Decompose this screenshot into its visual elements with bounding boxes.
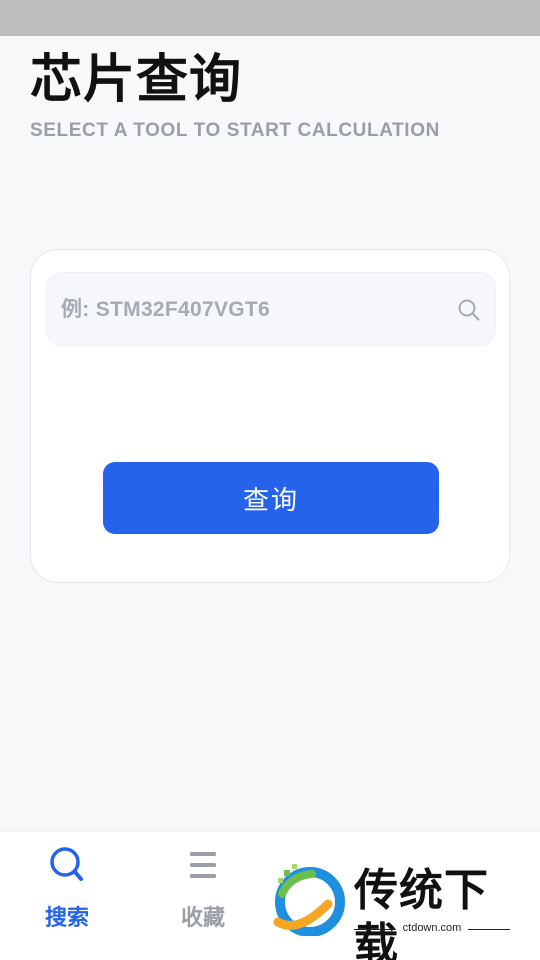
query-button[interactable]: 查询 — [103, 462, 439, 534]
watermark: 传统下载 ctdown.com — [268, 860, 518, 960]
nav-tab-favorites-label: 收藏 — [180, 906, 225, 931]
search-icon[interactable] — [457, 298, 481, 322]
watermark-logo — [273, 864, 345, 936]
watermark-text: 传统下载 — [354, 865, 489, 960]
page-subtitle: SELECT A TOOL TO START CALCULATION — [30, 120, 440, 141]
nav-tab-search-label: 搜索 — [44, 906, 89, 931]
watermark-url: ctdown.com — [354, 922, 510, 934]
nav-tab-search[interactable]: 搜索 — [12, 846, 122, 936]
search-icon — [50, 847, 83, 881]
search-card: 查询 — [30, 249, 510, 583]
menu-icon — [190, 852, 216, 878]
search-box[interactable] — [46, 272, 496, 347]
page-title: 芯片查询 — [30, 50, 243, 110]
nav-tab-favorites[interactable]: 收藏 — [148, 846, 258, 936]
search-input[interactable] — [61, 273, 441, 347]
status-bar — [0, 0, 540, 36]
